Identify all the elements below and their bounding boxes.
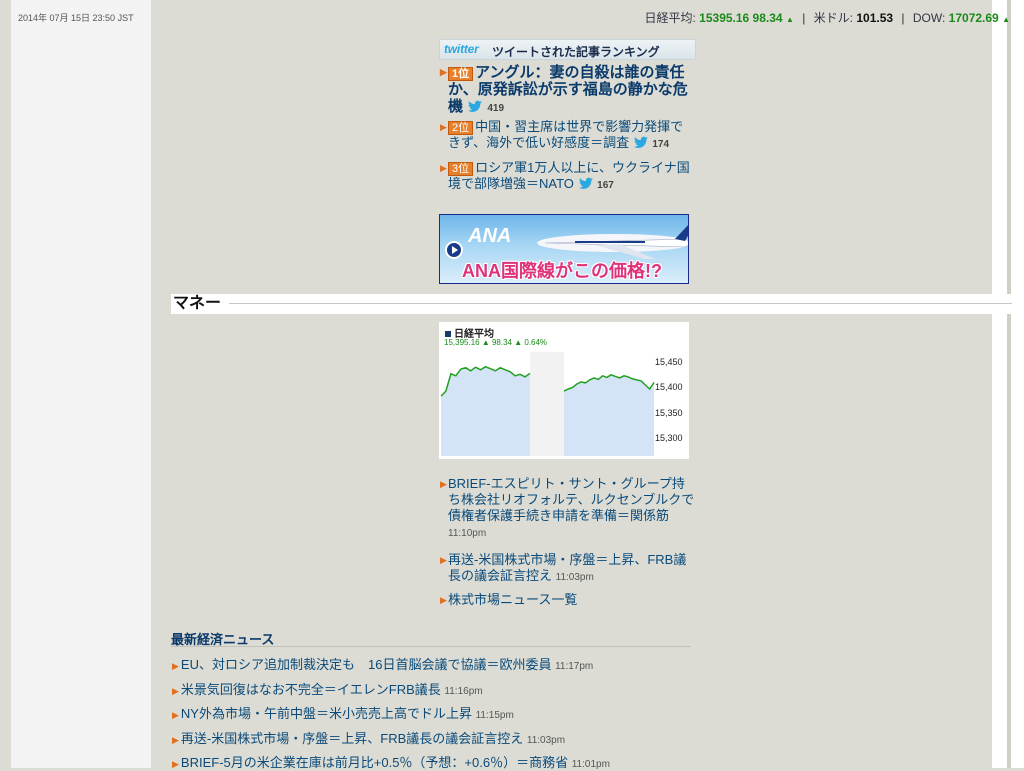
section-divider <box>171 646 691 647</box>
bullet-arrow-icon: ▶ <box>172 710 179 720</box>
news-headline[interactable]: BRIEF-エスピリト・サント・グループ持ち株会社リオフォルテ、ルクセンブルクで… <box>448 476 694 523</box>
money-news-item[interactable]: ▶ 再送-米国株式市場・序盤＝上昇、FRB議長の議会証言控え 11:03pm <box>440 552 695 586</box>
rank-badge: 2位 <box>448 121 474 135</box>
twitter-ranking-header: twitter ツイートされた記事ランキング <box>439 39 696 60</box>
usdjpy-label[interactable]: 米ドル: <box>814 11 853 25</box>
nikkei-chart[interactable]: 日経平均 15,395.16 ▲ 98.34 ▲ 0.64% 15,450 15… <box>439 322 689 459</box>
left-column <box>11 0 151 768</box>
market-ticker: 日経平均: 15395.16 98.34 ▲ | 米ドル: 101.53 | D… <box>644 9 1010 26</box>
up-arrow-icon: ▲ <box>785 15 794 24</box>
usdjpy-value[interactable]: 101.53 <box>856 11 893 25</box>
ana-logo: ANA <box>468 225 512 247</box>
twitter-bird-icon <box>468 100 483 112</box>
chart-stats: 15,395.16 ▲ 98.34 ▲ 0.64% <box>444 338 548 347</box>
tweet-count: 167 <box>597 180 614 191</box>
news-headline[interactable]: 米景気回復はなお不完全＝イエレンFRB議長 <box>181 682 441 697</box>
latest-news-item[interactable]: ▶ 米景気回復はなお不完全＝イエレンFRB議長 11:16pm <box>172 679 483 698</box>
latest-news-item[interactable]: ▶ BRIEF-5月の米企業在庫は前月比+0.5％（予想：+0.6％）＝商務省 1… <box>172 752 610 771</box>
latest-news-item[interactable]: ▶ NY外為市場・午前中盤＝米小売売上高でドル上昇 11:15pm <box>172 703 514 722</box>
ranking-item-1[interactable]: ▶ 1位 アングル：妻の自殺は誰の責任か、原発訴訟が示す福島の静かな危機 419 <box>440 64 695 117</box>
rank-badge: 3位 <box>448 162 474 176</box>
ranking-item-3[interactable]: ▶ 3位 ロシア軍1万人以上に、ウクライナ国境で部隊増強＝NATO 167 <box>440 160 695 194</box>
news-time: 11:10pm <box>448 528 487 539</box>
ad-copy: ANA国際線がこの価格!? <box>462 261 662 281</box>
airplane-image <box>537 225 688 259</box>
bullet-arrow-icon: ▶ <box>440 67 447 77</box>
divider: | <box>901 11 905 25</box>
series-area-afternoon <box>564 374 654 456</box>
right-scroll-strip <box>1007 0 1011 768</box>
rank-badge: 1位 <box>448 67 474 81</box>
tweet-count: 174 <box>652 139 670 150</box>
y-tick-label: 15,300 <box>655 433 683 443</box>
bullet-arrow-icon: ▶ <box>440 555 447 565</box>
ranking-headline[interactable]: アングル：妻の自殺は誰の責任か、原発訴訟が示す福島の静かな危機 <box>448 64 688 115</box>
series-area-morning <box>441 366 530 456</box>
section-divider <box>228 303 1012 304</box>
tweet-count: 419 <box>487 103 505 114</box>
news-time: 11:17pm <box>555 661 594 672</box>
news-headline[interactable]: NY外為市場・午前中盤＝米小売売上高でドル上昇 <box>181 706 472 721</box>
stock-news-list-link[interactable]: 株式市場ニュース一覧 <box>448 592 577 607</box>
date-time-stamp: 2014年 07月 15日 23:50 JST <box>18 13 134 23</box>
nikkei-label[interactable]: 日経平均: <box>644 11 695 25</box>
nikkei-value[interactable]: 15395.16 98.34 <box>699 11 782 25</box>
news-time: 11:03pm <box>555 572 594 583</box>
bullet-arrow-icon: ▶ <box>172 661 179 671</box>
money-section-title: マネー <box>171 294 229 314</box>
latest-news-item[interactable]: ▶ EU、対ロシア追加制裁決定も 16日首脳会議で協議＝欧州委員 11:17pm <box>172 654 593 673</box>
ranking-headline[interactable]: ロシア軍1万人以上に、ウクライナ国境で部隊増強＝NATO <box>448 160 690 191</box>
bullet-arrow-icon: ▶ <box>440 595 447 605</box>
news-time: 11:15pm <box>475 710 514 721</box>
play-icon <box>445 241 463 259</box>
y-tick-label: 15,350 <box>655 408 683 418</box>
chart-plot <box>440 352 655 456</box>
up-arrow-icon: ▲ <box>1002 15 1010 24</box>
news-time: 11:03pm <box>526 735 566 746</box>
bullet-arrow-icon: ▶ <box>440 163 447 173</box>
dow-value[interactable]: 17072.69 <box>949 11 999 25</box>
bullet-arrow-icon: ▶ <box>440 479 447 489</box>
y-tick-label: 15,450 <box>655 357 683 367</box>
ana-ad-banner[interactable]: ANA ANA国際線がこの価格!? <box>439 214 689 284</box>
twitter-ranking-title: ツイートされた記事ランキング <box>492 45 660 59</box>
ranking-item-2[interactable]: ▶ 2位 中国・習主席は世界で影響力発揮できず、海外で低い好感度＝調査 174 <box>440 119 695 153</box>
y-tick-label: 15,400 <box>655 382 683 392</box>
twitter-bird-icon <box>578 177 593 189</box>
latest-news-item[interactable]: ▶ 再送-米国株式市場・序盤＝上昇、FRB議長の議会証言控え 11:03pm <box>172 728 565 747</box>
section-header-band <box>222 294 1012 314</box>
money-news-item[interactable]: ▶ BRIEF-エスピリト・サント・グループ持ち株会社リオフォルテ、ルクセンブル… <box>440 476 695 542</box>
news-headline[interactable]: 再送-米国株式市場・序盤＝上昇、FRB議長の議会証言控え <box>181 731 523 746</box>
news-time: 11:01pm <box>571 759 610 770</box>
twitter-logo: twitter <box>444 42 479 56</box>
lunch-break-gap <box>530 352 564 456</box>
bullet-arrow-icon: ▶ <box>172 686 179 696</box>
dow-label[interactable]: DOW: <box>913 11 945 25</box>
news-headline[interactable]: EU、対ロシア追加制裁決定も 16日首脳会議で協議＝欧州委員 <box>181 657 552 672</box>
bullet-arrow-icon: ▶ <box>440 122 447 132</box>
bullet-arrow-icon: ▶ <box>172 735 179 745</box>
money-news-item[interactable]: ▶ 株式市場ニュース一覧 <box>440 592 695 608</box>
divider: | <box>802 11 806 25</box>
news-time: 11:16pm <box>444 686 483 697</box>
twitter-bird-icon <box>633 136 648 148</box>
